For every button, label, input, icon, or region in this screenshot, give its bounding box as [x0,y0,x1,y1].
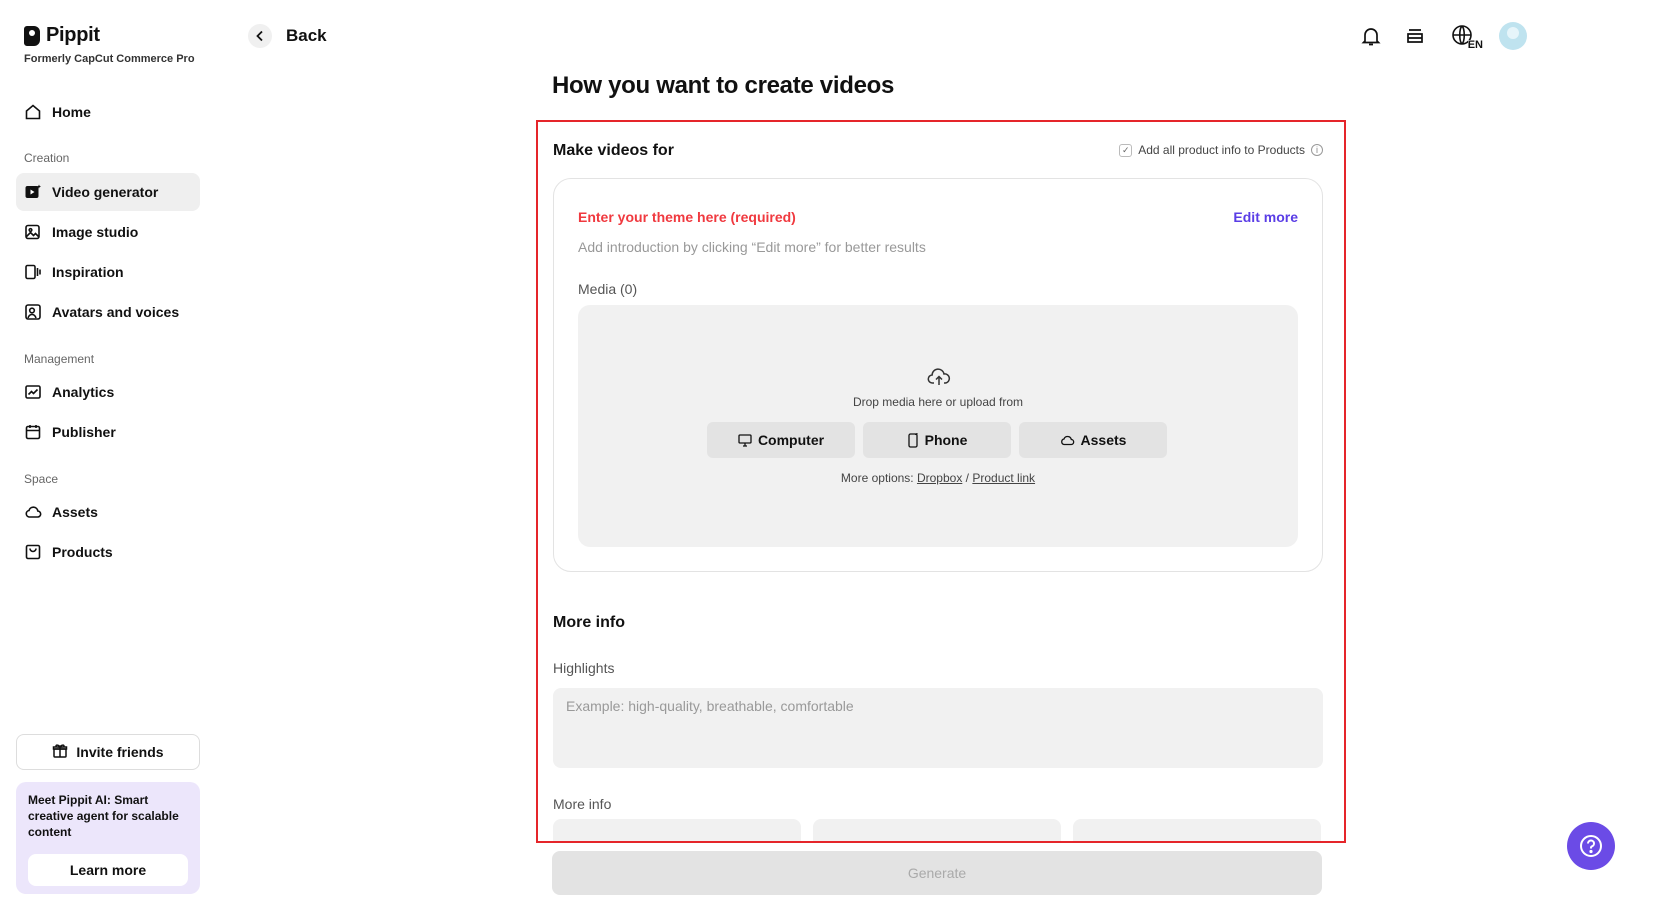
more-options: More options: Dropbox / Product link [578,471,1298,485]
drop-text: Drop media here or upload from [578,395,1298,409]
video-generator-icon [24,183,42,201]
inspiration-icon [24,263,42,281]
phone-upload-button[interactable]: Phone [863,422,1011,458]
language-code: EN [1468,40,1483,51]
chevron-left-icon [248,24,272,48]
media-label: Media (0) [578,281,637,297]
top-actions: EN [1359,22,1527,50]
info-icon[interactable]: i [1311,144,1323,156]
sidebar-item-label: Analytics [52,384,114,400]
add-product-info-toggle[interactable]: ✓ Add all product info to Products i [1119,143,1323,157]
sidebar-item-home[interactable]: Home [16,93,200,131]
analytics-icon [24,383,42,401]
dropbox-link[interactable]: Dropbox [917,471,962,485]
bell-icon[interactable] [1359,23,1383,49]
bag-icon [24,543,42,561]
back-button[interactable]: Back [248,24,327,48]
phone-label: Phone [925,432,968,448]
sidebar-item-label: Video generator [52,184,158,200]
app: Pippit Formerly CapCut Commerce Pro Home… [0,0,1655,910]
more-info-option[interactable] [1073,819,1321,843]
brand-name: Pippit [46,24,100,47]
help-button[interactable] [1567,822,1615,870]
cloud-icon [1060,434,1075,446]
sidebar-item-video-generator[interactable]: Video generator [16,173,200,211]
sidebar-item-avatars-and-voices[interactable]: Avatars and voices [16,293,200,331]
sidebar-item-assets[interactable]: Assets [16,493,200,531]
avatar-icon [24,303,42,321]
product-link[interactable]: Product link [972,471,1035,485]
sidebar-item-image-studio[interactable]: Image studio [16,213,200,251]
highlights-placeholder: Example: high-quality, breathable, comfo… [566,698,854,714]
assets-label: Assets [1081,432,1127,448]
monitor-icon [738,434,752,447]
gift-icon [52,743,68,762]
page-title: How you want to create videos [552,72,894,100]
upload-sources: Computer Phone Assets [707,422,1167,458]
calendar-icon [24,423,42,441]
checkbox[interactable]: ✓ [1119,144,1132,157]
pippit-logo-icon [24,26,40,46]
phone-icon [907,433,919,448]
more-options-label: More options: [841,471,914,485]
help-icon [1578,833,1604,859]
highlights-input[interactable]: Example: high-quality, breathable, comfo… [553,688,1323,768]
edit-more-link[interactable]: Edit more [1233,209,1298,225]
section-creation: Creation [24,151,69,165]
options-separator: / [966,471,969,485]
computer-upload-button[interactable]: Computer [707,422,855,458]
language-icon[interactable]: EN [1447,23,1479,49]
media-dropzone[interactable]: Drop media here or upload from Computer … [578,305,1298,547]
more-info-label: More info [553,796,611,812]
promo-card: Meet Pippit AI: Smart creative agent for… [16,782,200,894]
sidebar-item-label: Avatars and voices [52,304,179,320]
sidebar-item-label: Products [52,544,113,560]
sidebar-item-analytics[interactable]: Analytics [16,373,200,411]
more-info-option[interactable] [553,819,801,843]
theme-card: Enter your theme here (required) Edit mo… [553,178,1323,572]
sidebar-item-label: Assets [52,504,98,520]
invite-friends-label: Invite friends [76,744,163,760]
sidebar-item-label: Image studio [52,224,138,240]
image-studio-icon [24,223,42,241]
invite-friends-button[interactable]: Invite friends [16,734,200,770]
avatar[interactable] [1499,22,1527,50]
sidebar-item-publisher[interactable]: Publisher [16,413,200,451]
logo[interactable]: Pippit [24,24,100,47]
more-info-option[interactable] [813,819,1061,843]
sidebar-item-label: Home [52,104,91,120]
section-space: Space [24,472,58,486]
sidebar: Pippit Formerly CapCut Commerce Pro Home… [0,0,215,910]
computer-label: Computer [758,432,824,448]
assets-upload-button[interactable]: Assets [1019,422,1167,458]
intro-hint: Add introduction by clicking “Edit more”… [578,239,926,255]
cloud-icon [24,503,42,521]
brand-subtitle: Formerly CapCut Commerce Pro [24,53,195,65]
cloud-upload-icon [927,367,951,387]
section-management: Management [24,352,94,366]
back-label: Back [286,26,327,46]
generate-button[interactable]: Generate [552,851,1322,895]
sidebar-item-label: Inspiration [52,264,124,280]
sidebar-item-products[interactable]: Products [16,533,200,571]
sidebar-item-inspiration[interactable]: Inspiration [16,253,200,291]
add-product-info-label: Add all product info to Products [1138,143,1305,157]
more-info-options [553,819,1321,843]
layers-icon[interactable] [1403,23,1427,49]
promo-text: Meet Pippit AI: Smart creative agent for… [28,792,188,840]
more-info-heading: More info [553,614,625,632]
sidebar-item-label: Publisher [52,424,116,440]
theme-input[interactable]: Enter your theme here (required) [578,209,796,225]
video-form-panel: Make videos for ✓ Add all product info t… [536,120,1346,843]
home-icon [24,103,42,121]
learn-more-button[interactable]: Learn more [28,854,188,886]
highlights-label: Highlights [553,660,614,676]
make-videos-for-title: Make videos for [553,142,674,160]
